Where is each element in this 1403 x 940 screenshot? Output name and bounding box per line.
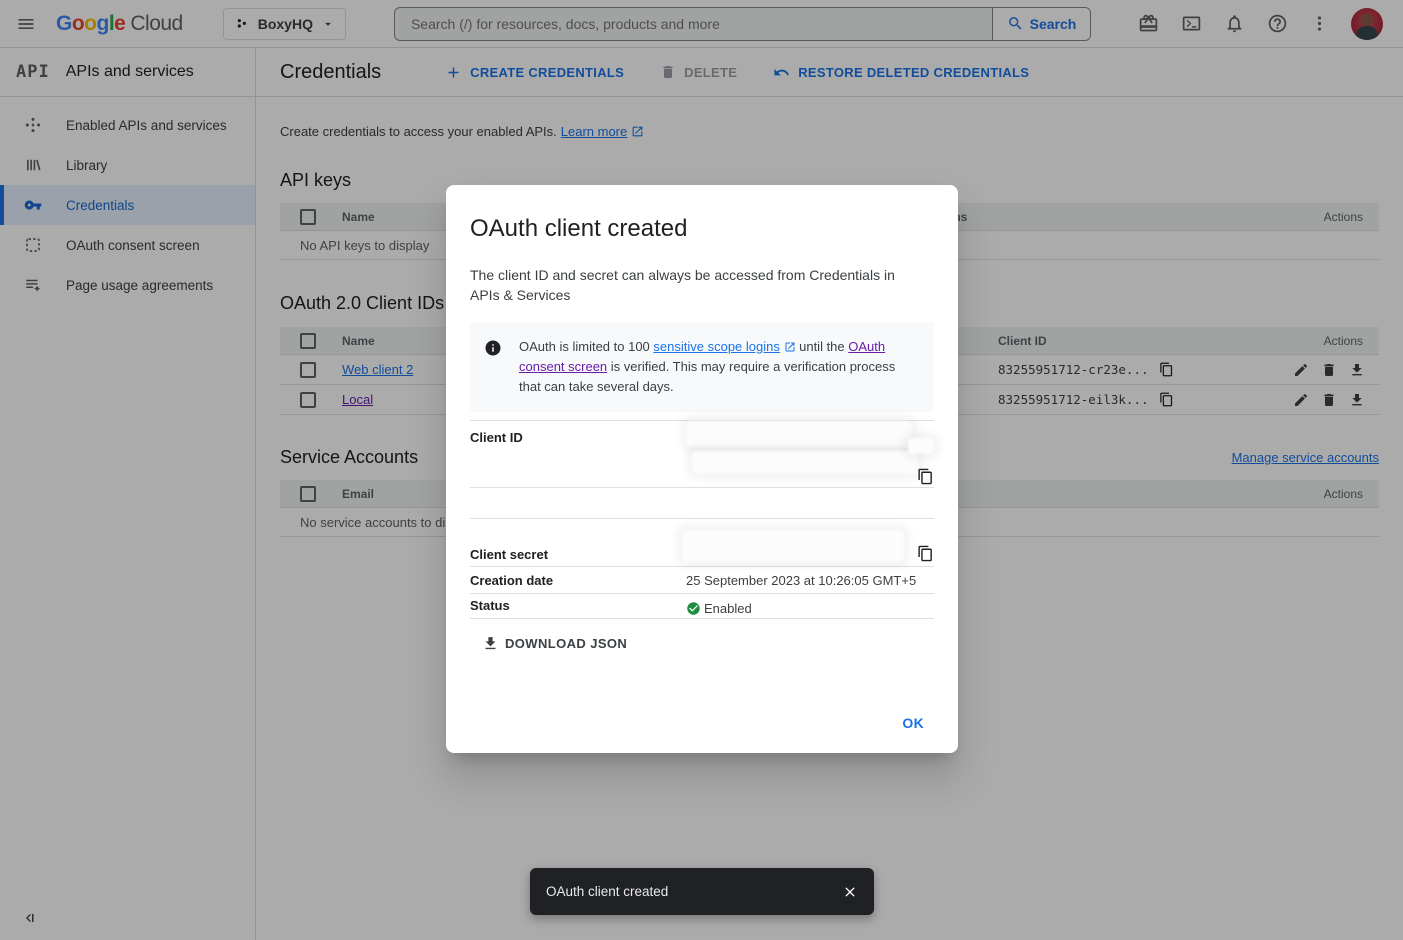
external-link-icon (784, 341, 796, 353)
status-label: Status (470, 594, 686, 618)
sensitive-scope-logins-link[interactable]: sensitive scope logins (653, 339, 779, 354)
client-id-label: Client ID (470, 421, 686, 487)
toast-message: OAuth client created (546, 884, 842, 899)
credential-fields: Client ID Client secret Creation date 25… (470, 420, 934, 619)
client-secret-row: Client secret (470, 519, 934, 566)
copy-client-id-icon[interactable] (917, 468, 934, 485)
spacer-row (470, 488, 934, 518)
close-icon[interactable] (842, 884, 858, 900)
client-secret-label: Client secret (470, 519, 686, 566)
notice-text: until the (796, 339, 849, 354)
creation-date-label: Creation date (470, 567, 686, 593)
notice-text: OAuth is limited to 100 (519, 339, 653, 354)
dialog-subtitle: The client ID and secret can always be a… (470, 265, 915, 305)
check-circle-icon (686, 601, 701, 616)
dialog-title: OAuth client created (470, 215, 934, 243)
redacted-blur (682, 530, 904, 562)
status-row: Status Enabled (470, 594, 934, 618)
download-json-label: DOWNLOAD JSON (505, 636, 627, 651)
creation-date-value: 25 September 2023 at 10:26:05 GMT+5 (686, 567, 934, 593)
info-icon (484, 339, 502, 397)
snackbar-toast: OAuth client created (530, 868, 874, 915)
client-id-value-redacted (686, 421, 934, 487)
creation-date-row: Creation date 25 September 2023 at 10:26… (470, 567, 934, 593)
status-value: Enabled (704, 601, 752, 616)
redacted-blur (686, 421, 912, 447)
redacted-blur (692, 451, 918, 474)
copy-client-secret-icon[interactable] (917, 545, 934, 562)
ok-button[interactable]: OK (894, 707, 932, 739)
oauth-client-created-dialog: OAuth client created The client ID and s… (446, 185, 958, 753)
redacted-blur (908, 438, 934, 454)
oauth-limit-notice: OAuth is limited to 100 sensitive scope … (470, 322, 934, 412)
download-icon (482, 635, 499, 652)
download-json-button[interactable]: DOWNLOAD JSON (470, 631, 627, 656)
client-secret-value-redacted (686, 519, 934, 566)
client-id-row: Client ID (470, 421, 934, 487)
